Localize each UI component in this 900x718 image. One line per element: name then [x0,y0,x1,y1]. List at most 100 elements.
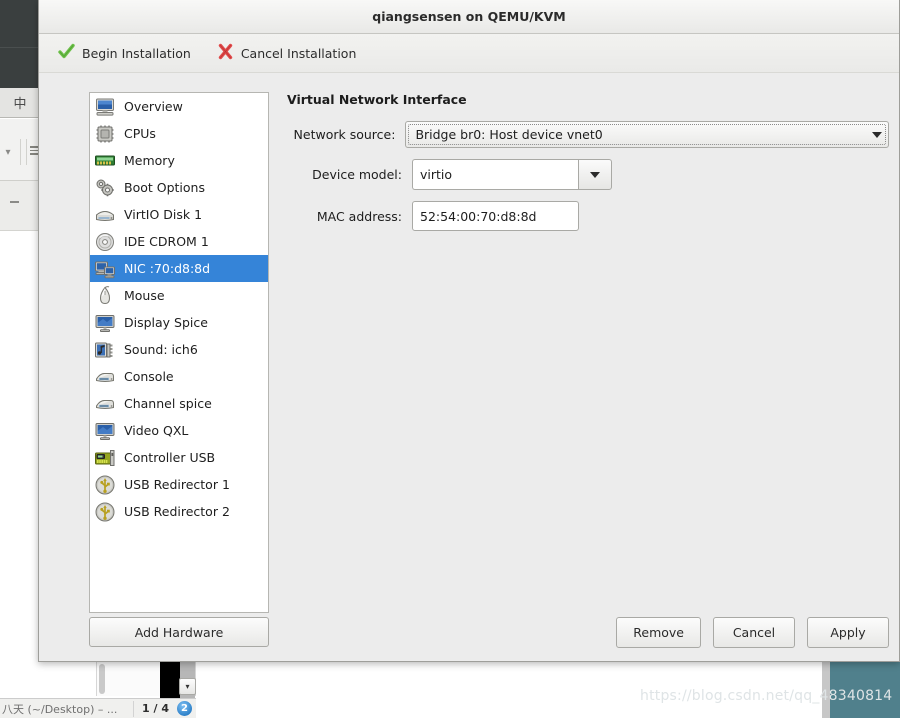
window-title: qiangsensen on QEMU/KVM [372,9,566,24]
device-model-dropdown-button[interactable] [578,159,612,190]
hardware-list-item[interactable]: USB Redirector 1 [90,471,268,498]
ime-indicator[interactable]: 中 [0,88,40,118]
hardware-list-item-label: Channel spice [124,396,212,411]
vm-details-dialog: qiangsensen on QEMU/KVM Begin Installati… [38,0,900,662]
hardware-list-item-label: CPUs [124,126,156,141]
hardware-list-item[interactable]: Video QXL [90,417,268,444]
chevron-down-icon[interactable]: ▾ [2,147,14,159]
hardware-list[interactable]: Overview CPUs Memory Boot Options VirtIO Dis… [89,92,269,613]
hardware-list-item[interactable]: Channel spice [90,390,268,417]
hardware-list-item-label: Video QXL [124,423,189,438]
mouse-icon [94,285,116,307]
remove-button[interactable]: Remove [616,617,701,648]
desktop-dark-panel-divider [0,47,40,48]
taskbar-page-counter: 1 / 4 [142,702,169,715]
minus-icon[interactable] [10,201,19,203]
taskbar-window-title[interactable]: 八天 (~/Desktop) – ... [0,701,133,717]
green-check-icon [58,43,75,63]
desktop-dark-panel [0,0,40,88]
panel-title: Virtual Network Interface [287,92,467,107]
harddisk-icon [94,204,116,226]
network-source-label: Network source: [293,127,396,142]
network-source-row: Network source: Bridge br0: Host device … [287,121,889,148]
mac-address-input[interactable]: 52:54:00:70:d8:8d [412,201,579,231]
gears-icon [94,177,116,199]
hardware-list-item[interactable]: Console [90,363,268,390]
hardware-list-item[interactable]: CPUs [90,120,268,147]
cancel-button[interactable]: Cancel [713,617,795,648]
apply-button[interactable]: Apply [807,617,889,648]
taskbar-badge[interactable]: 2 [177,701,192,716]
background-document-area [0,231,40,674]
hardware-list-item[interactable]: NIC :70:d8:8d [90,255,268,282]
network-source-select[interactable]: Bridge br0: Host device vnet0 [405,121,889,148]
hardware-list-item[interactable]: Mouse [90,282,268,309]
usb-icon [94,474,116,496]
hardware-list-item[interactable]: IDE CDROM 1 [90,228,268,255]
chevron-down-icon [872,131,882,138]
scroll-down-icon[interactable]: ▾ [179,678,196,695]
begin-installation-button[interactable]: Begin Installation [53,39,196,67]
hardware-list-item-label: Sound: ich6 [124,342,198,357]
background-scrollbar-thumb[interactable] [99,664,105,694]
mac-address-label: MAC address: [316,208,402,224]
device-model-input[interactable]: virtio [412,159,578,190]
hardware-list-item-label: VirtIO Disk 1 [124,207,203,222]
cpu-chip-icon [94,123,116,145]
dialog-toolbar: Begin Installation Cancel Installation [39,34,899,73]
network-source-value: Bridge br0: Host device vnet0 [415,127,603,142]
chevron-down-icon [590,171,600,178]
hardware-list-item-label: NIC :70:d8:8d [124,261,211,276]
background-toolbar-row-2 [0,181,40,231]
display-icon [94,312,116,334]
hardware-list-item[interactable]: Overview [90,93,268,120]
hardware-list-item-label: Mouse [124,288,165,303]
hardware-list-item-label: Boot Options [124,180,205,195]
console-icon [94,393,116,415]
watermark: https://blog.csdn.net/qq_48340814 [640,688,893,704]
monitor-icon [94,96,116,118]
pci-card-icon [94,447,116,469]
cancel-label: Cancel [732,625,776,640]
hardware-list-item[interactable]: Sound: ich6 [90,336,268,363]
dialog-actions: Remove Cancel Apply [616,617,889,648]
network-card-icon [94,258,116,280]
background-black-region [160,660,180,698]
detail-panel: Virtual Network Interface Network source… [287,92,889,242]
mac-address-row: MAC address: 52:54:00:70:d8:8d [287,201,889,231]
hardware-list-item-label: IDE CDROM 1 [124,234,209,249]
hardware-list-item[interactable]: USB Redirector 2 [90,498,268,525]
add-hardware-button[interactable]: Add Hardware [89,617,269,647]
hardware-list-item[interactable]: Controller USB [90,444,268,471]
titlebar: qiangsensen on QEMU/KVM [39,0,899,34]
device-model-value: virtio [420,167,453,182]
usb-icon [94,501,116,523]
console-icon [94,366,116,388]
hardware-list-item-label: Controller USB [124,450,216,465]
screen: 中 ▾ ▾ https://blog.csdn.net/qq_48340814 … [0,0,900,718]
hardware-list-item-label: Memory [124,153,175,168]
device-model-combo[interactable]: virtio [412,159,612,190]
remove-label: Remove [633,625,684,640]
taskbar: 八天 (~/Desktop) – ... 1 / 4 2 [0,698,196,718]
background-toolbar-row: ▾ [0,119,40,181]
display-icon [94,420,116,442]
hardware-list-item-label: USB Redirector 1 [124,477,230,492]
hardware-list-item-label: Console [124,369,174,384]
hardware-list-item-label: USB Redirector 2 [124,504,230,519]
apply-label: Apply [830,625,866,640]
hardware-list-item[interactable]: Memory [90,147,268,174]
hardware-list-item[interactable]: Boot Options [90,174,268,201]
begin-installation-label: Begin Installation [82,45,191,61]
red-x-icon [217,43,234,63]
hardware-list-item-label: Overview [124,99,183,114]
cancel-installation-label: Cancel Installation [240,45,357,61]
hardware-list-item-label: Display Spice [124,315,208,330]
memory-stick-icon [94,150,116,172]
toolbar-separator [20,139,21,165]
sound-icon [94,339,116,361]
hardware-list-item[interactable]: Display Spice [90,309,268,336]
cancel-installation-button[interactable]: Cancel Installation [212,39,362,67]
hardware-list-item[interactable]: VirtIO Disk 1 [90,201,268,228]
toolbar-separator [26,139,27,165]
